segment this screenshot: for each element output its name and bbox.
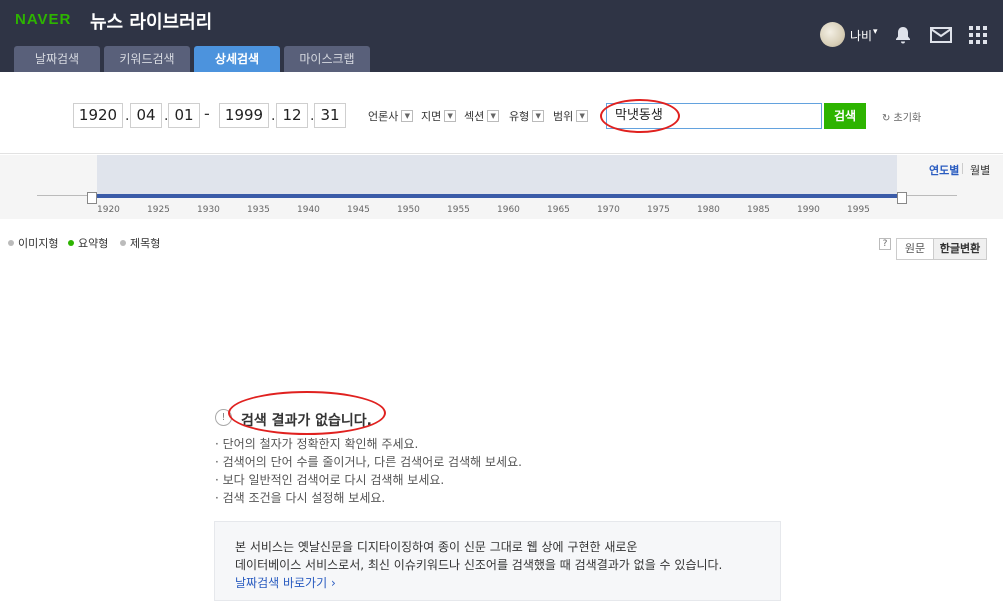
filter-scope[interactable]: 범위 ▼ xyxy=(553,108,589,124)
tab-keyword-search[interactable]: 키워드검색 xyxy=(104,46,190,72)
year-timeline: 1920 1925 1930 1935 1940 1945 1950 1955 … xyxy=(0,155,1003,219)
view-option-label: 제목형 xyxy=(130,237,161,250)
service-title[interactable]: 뉴스 라이브러리 xyxy=(90,8,212,34)
naver-logo[interactable]: NAVER xyxy=(15,11,71,28)
view-yearly-link[interactable]: 연도별 xyxy=(929,162,959,178)
apps-grid-icon[interactable] xyxy=(968,25,988,45)
tip-item: · 검색어의 단어 수를 줄이거나, 다른 검색어로 검색해 보세요. xyxy=(215,455,522,469)
notice-line: 데이터베이스 서비스로서, 최신 이슈키워드나 신조어를 검색했을 때 검색결과… xyxy=(235,558,723,572)
filter-publisher[interactable]: 언론사 ▼ xyxy=(368,108,414,124)
search-button[interactable]: 검색 xyxy=(824,103,866,129)
chevron-down-icon: ▼ xyxy=(444,110,457,122)
year-tick: 1930 xyxy=(197,205,220,215)
year-tick: 1935 xyxy=(247,205,270,215)
filter-section[interactable]: 섹션 ▼ xyxy=(464,108,500,124)
timeline-range-area[interactable] xyxy=(97,155,897,195)
reset-button[interactable]: ↻ 초기화 xyxy=(882,109,921,124)
info-icon: ! xyxy=(215,409,232,426)
chevron-down-icon: ▼ xyxy=(401,110,414,122)
no-result-tips: · 단어의 철자가 정확한지 확인해 주세요. · 검색어의 단어 수를 줄이거… xyxy=(215,435,522,507)
original-text-button[interactable]: 원문 xyxy=(896,238,934,260)
year-tick: 1985 xyxy=(747,205,770,215)
avatar[interactable] xyxy=(820,22,845,47)
service-notice: 본 서비스는 옛날신문을 디지타이징하여 종이 신문 그대로 웹 상에 구현한 … xyxy=(214,521,781,601)
end-month-input[interactable]: 12 xyxy=(276,103,308,128)
date-search-shortcut-link[interactable]: 날짜검색 바로가기 › xyxy=(235,574,760,592)
date-separator: . xyxy=(271,108,276,124)
chevron-down-icon: ▼ xyxy=(487,110,500,122)
year-tick: 1950 xyxy=(397,205,420,215)
date-range-dash: - xyxy=(204,104,210,123)
tab-my-scrap[interactable]: 마이스크랩 xyxy=(284,46,370,72)
timeline-end-handle[interactable] xyxy=(897,192,907,204)
view-option-image[interactable]: 이미지형 xyxy=(8,235,58,251)
view-option-label: 이미지형 xyxy=(18,237,59,250)
user-name[interactable]: 나비 xyxy=(850,27,872,44)
mail-icon[interactable] xyxy=(930,25,952,45)
year-tick: 1975 xyxy=(647,205,670,215)
year-tick: 1945 xyxy=(347,205,370,215)
no-result-title: 검색 결과가 없습니다. xyxy=(241,413,372,429)
filter-label: 섹션 xyxy=(464,110,485,123)
search-area: 1920 . 04 . 01 - 1999 . 12 . 31 언론사 ▼ 지면 ▼… xyxy=(0,72,1003,154)
tip-item: · 검색 조건을 다시 설정해 보세요. xyxy=(215,491,386,505)
date-separator: . xyxy=(125,108,130,124)
search-input[interactable]: 막냇동생 xyxy=(606,103,822,129)
year-tick: 1960 xyxy=(497,205,520,215)
filter-label: 유형 xyxy=(509,110,530,123)
notice-line: 본 서비스는 옛날신문을 디지타이징하여 종이 신문 그대로 웹 상에 구현한 … xyxy=(235,540,638,554)
year-tick: 1955 xyxy=(447,205,470,215)
year-tick: 1980 xyxy=(697,205,720,215)
divider xyxy=(962,163,963,174)
year-tick: 1920 xyxy=(97,205,120,215)
filter-page[interactable]: 지면 ▼ xyxy=(421,108,457,124)
filter-label: 범위 xyxy=(553,110,574,123)
timeline-selected-range[interactable] xyxy=(92,194,900,198)
chevron-down-icon: ▼ xyxy=(576,110,589,122)
user-menu-caret[interactable]: ▾ xyxy=(873,27,878,37)
year-tick: 1940 xyxy=(297,205,320,215)
start-year-input[interactable]: 1920 xyxy=(73,103,123,128)
view-option-title[interactable]: 제목형 xyxy=(120,235,160,251)
view-option-label: 요약형 xyxy=(78,237,109,250)
tab-detail-search[interactable]: 상세검색 xyxy=(194,46,280,72)
radio-dot-icon xyxy=(8,240,14,246)
tip-item: · 보다 일반적인 검색어로 다시 검색해 보세요. xyxy=(215,473,445,487)
help-icon[interactable]: ? xyxy=(879,238,891,250)
header: NAVER 뉴스 라이브러리 날짜검색 키워드검색 상세검색 마이스크랩 나비 … xyxy=(0,0,1003,72)
chevron-down-icon: ▼ xyxy=(532,110,545,122)
year-tick: 1995 xyxy=(847,205,870,215)
year-tick: 1925 xyxy=(147,205,170,215)
timeline-start-handle[interactable] xyxy=(87,192,97,204)
filter-label: 언론사 xyxy=(368,110,399,123)
hangul-convert-button[interactable]: 한글변환 xyxy=(933,238,987,260)
view-monthly-link[interactable]: 월별 xyxy=(970,162,990,178)
end-year-input[interactable]: 1999 xyxy=(219,103,269,128)
view-option-summary[interactable]: 요약형 xyxy=(68,235,108,251)
tip-item: · 단어의 철자가 정확한지 확인해 주세요. xyxy=(215,437,419,451)
start-month-input[interactable]: 04 xyxy=(130,103,162,128)
start-day-input[interactable]: 01 xyxy=(168,103,200,128)
year-tick: 1965 xyxy=(547,205,570,215)
year-tick: 1970 xyxy=(597,205,620,215)
end-day-input[interactable]: 31 xyxy=(314,103,346,128)
filter-type[interactable]: 유형 ▼ xyxy=(509,108,545,124)
year-tick: 1990 xyxy=(797,205,820,215)
tab-date-search[interactable]: 날짜검색 xyxy=(14,46,100,72)
radio-dot-icon xyxy=(120,240,126,246)
filter-label: 지면 xyxy=(421,110,442,123)
bell-icon[interactable] xyxy=(893,25,913,45)
radio-dot-icon xyxy=(68,240,74,246)
